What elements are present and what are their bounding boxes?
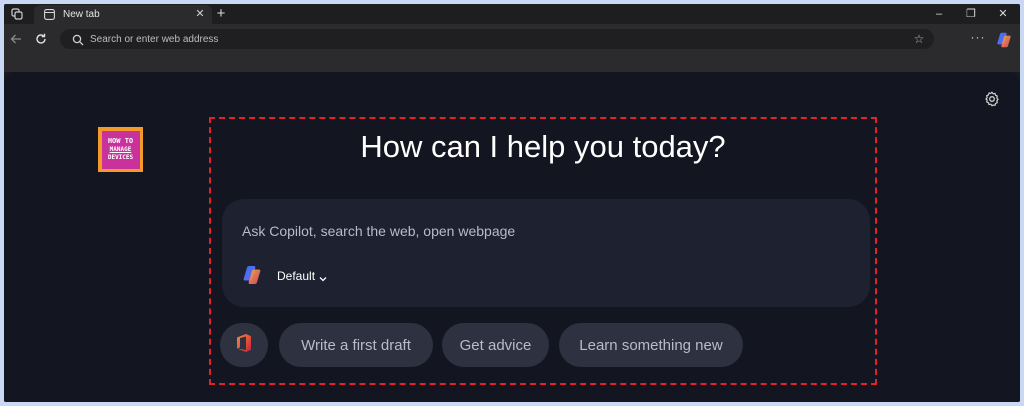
suggestion-label: Learn something new [579,336,723,354]
back-arrow-icon[interactable] [8,31,24,47]
suggestion-label: Get advice [459,336,532,354]
close-window-button[interactable]: ✕ [988,6,1018,22]
search-icon [72,33,84,46]
copilot-prompt-input[interactable] [242,219,842,243]
browser-window: New tab ✕ + – ❐ ✕ ☆ ··· [4,4,1020,402]
star-icon[interactable]: ☆ [912,32,926,46]
copilot-icon[interactable] [996,32,1012,48]
restore-button[interactable]: ❐ [956,6,986,22]
mode-label: Default [277,269,316,283]
tab-close-icon[interactable]: ✕ [194,8,206,20]
suggestion-label: Write a first draft [301,336,411,354]
copilot-icon [242,265,262,285]
chevron-down-icon [319,272,327,282]
how-to-manage-devices-logo: HOW TO MANAGE DEVICES [98,127,143,172]
new-tab-button[interactable]: + [213,5,229,23]
refresh-icon[interactable] [33,31,49,47]
suggestion-learn-something[interactable]: Learn something new [559,323,743,367]
suggestion-write-draft[interactable]: Write a first draft [279,323,433,367]
browser-toolbar: ☆ ··· [4,24,1020,54]
new-tab-page: HOW TO MANAGE DEVICES How can I help you… [4,72,1020,402]
gear-icon[interactable] [984,91,1000,107]
more-menu-button[interactable]: ··· [970,31,986,46]
tab-strip: New tab ✕ + – ❐ ✕ [4,4,1020,24]
tab-new-tab[interactable]: New tab ✕ [34,5,212,24]
office-button[interactable] [220,323,268,367]
address-bar[interactable]: ☆ [60,29,934,49]
toolbar-spacer [4,54,1020,72]
copilot-composer[interactable]: Default [222,199,870,307]
minimize-button[interactable]: – [924,6,954,22]
address-input[interactable] [90,29,890,49]
new-tab-page-icon [43,9,55,21]
suggestion-get-advice[interactable]: Get advice [442,323,549,367]
page-title: How can I help you today? [360,129,726,164]
mode-selector[interactable]: Default [277,267,327,285]
tab-title: New tab [63,9,100,20]
workspaces-icon[interactable] [10,7,24,21]
office-icon [235,333,253,357]
